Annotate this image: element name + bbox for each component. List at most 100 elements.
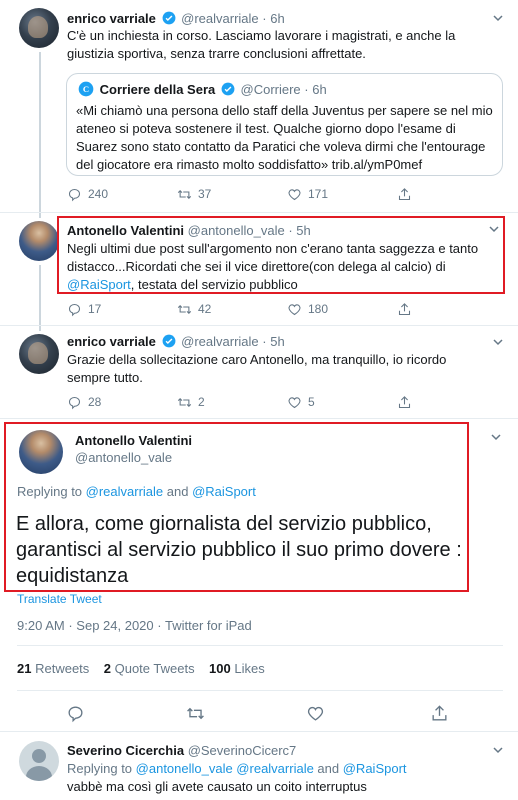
reply-tweet[interactable]: Severino Cicerchia @SeverinoCicerc7 Repl… bbox=[0, 732, 518, 800]
thread-line bbox=[39, 52, 41, 212]
share-button[interactable] bbox=[397, 186, 412, 202]
heart-icon bbox=[288, 303, 301, 315]
quotes-stat[interactable]: 2 Quote Tweets bbox=[104, 661, 195, 676]
reply-icon[interactable] bbox=[66, 704, 85, 723]
share-icon bbox=[398, 395, 411, 408]
like-count: 171 bbox=[308, 187, 329, 201]
tweet-time[interactable]: 9:20 AM bbox=[17, 618, 65, 633]
author-handle[interactable]: @antonello_vale bbox=[188, 223, 285, 238]
svg-text:C: C bbox=[83, 84, 89, 94]
author-name[interactable]: Severino Cicerchia bbox=[67, 743, 184, 758]
tweet-text-part: Negli ultimi due post sull'argomento non… bbox=[67, 241, 479, 274]
dot-separator: · bbox=[68, 618, 73, 633]
tweet-text-part: , testata del servizio pubblico bbox=[130, 277, 298, 292]
retweet-button[interactable]: 37 bbox=[177, 186, 211, 202]
quote-header: C Corriere della Sera @Corriere · 6h bbox=[76, 81, 327, 98]
tweet-actions: 28 2 5 bbox=[67, 394, 497, 410]
avatar[interactable] bbox=[19, 430, 63, 474]
tweet-header: Antonello Valentini @antonello_vale · 5h bbox=[67, 223, 311, 239]
author-handle[interactable]: @antonello_vale bbox=[75, 450, 172, 466]
like-button[interactable]: 180 bbox=[287, 301, 328, 317]
mention-link[interactable]: @RaiSport bbox=[343, 761, 407, 776]
replying-to: Replying to @realvarriale and @RaiSport bbox=[17, 484, 256, 500]
retweet-icon bbox=[177, 189, 192, 199]
retweet-icon[interactable] bbox=[186, 704, 205, 723]
thread-line bbox=[39, 265, 41, 325]
quote-text: «Mi chiamò una persona dello staff della… bbox=[76, 103, 493, 172]
retweets-label: Retweets bbox=[35, 661, 90, 676]
share-button[interactable] bbox=[397, 301, 412, 317]
reply-count: 240 bbox=[88, 187, 109, 201]
reply-button[interactable]: 17 bbox=[67, 301, 101, 317]
tweet-actions: 240 37 171 bbox=[67, 186, 497, 202]
retweet-button[interactable]: 42 bbox=[177, 301, 211, 317]
avatar[interactable] bbox=[19, 8, 59, 48]
dot-separator: · bbox=[288, 223, 293, 238]
chevron-down-icon[interactable] bbox=[488, 223, 500, 235]
chevron-down-icon[interactable] bbox=[490, 431, 502, 443]
translate-tweet-link[interactable]: Translate Tweet bbox=[17, 591, 102, 607]
tweet-meta: 9:20 AM · Sep 24, 2020 · Twitter for iPa… bbox=[17, 618, 252, 634]
retweet-icon bbox=[177, 397, 192, 407]
avatar[interactable] bbox=[19, 221, 59, 261]
share-icon[interactable] bbox=[430, 704, 449, 723]
mention-link[interactable]: @realvarriale bbox=[86, 484, 164, 499]
tweet-varriale-1[interactable]: enrico varriale @realvarriale · 6h C'è u… bbox=[0, 0, 518, 212]
divider bbox=[17, 645, 503, 646]
reply-icon bbox=[68, 188, 81, 201]
share-button[interactable] bbox=[397, 394, 412, 410]
replying-and: and bbox=[163, 484, 193, 499]
likes-count: 100 bbox=[209, 661, 231, 676]
reply-icon bbox=[68, 396, 81, 409]
likes-label: Likes bbox=[234, 661, 265, 676]
avatar[interactable] bbox=[19, 741, 59, 781]
tweet-varriale-2[interactable]: enrico varriale @realvarriale · 5h Grazi… bbox=[0, 326, 518, 418]
author-handle[interactable]: @realvarriale bbox=[181, 334, 259, 349]
mention-link[interactable]: @antonello_vale @realvarriale bbox=[136, 761, 314, 776]
tweet-valentini-1[interactable]: Antonello Valentini @antonello_vale · 5h… bbox=[0, 213, 518, 325]
share-icon bbox=[398, 187, 411, 200]
chevron-down-icon[interactable] bbox=[492, 744, 504, 756]
divider bbox=[17, 690, 503, 691]
retweets-stat[interactable]: 21 Retweets bbox=[17, 661, 89, 676]
reply-button[interactable]: 28 bbox=[67, 394, 101, 410]
heart-icon bbox=[288, 188, 301, 200]
author-handle[interactable]: @SeverinoCicerc7 bbox=[188, 743, 297, 758]
avatar[interactable] bbox=[19, 334, 59, 374]
share-icon bbox=[398, 302, 411, 315]
tweet-source[interactable]: Twitter for iPad bbox=[165, 618, 252, 633]
dot-separator: · bbox=[304, 82, 309, 97]
tweet-text: C'è un inchiesta in corso. Lasciamo lavo… bbox=[67, 28, 456, 61]
author-name[interactable]: enrico varriale bbox=[67, 11, 156, 26]
heart-icon[interactable] bbox=[306, 704, 325, 723]
author-name[interactable]: Antonello Valentini bbox=[75, 433, 192, 449]
tweet-text: Grazie della sollecitazione caro Antonel… bbox=[67, 352, 447, 385]
like-button[interactable]: 171 bbox=[287, 186, 328, 202]
mention-link[interactable]: @RaiSport bbox=[192, 484, 256, 499]
likes-stat[interactable]: 100 Likes bbox=[209, 661, 265, 676]
verified-icon bbox=[162, 11, 175, 25]
tweet-time[interactable]: 5h bbox=[270, 334, 284, 349]
retweet-button[interactable]: 2 bbox=[177, 394, 205, 410]
like-count: 5 bbox=[308, 395, 315, 409]
chevron-down-icon[interactable] bbox=[492, 12, 504, 24]
reply-button[interactable]: 240 bbox=[67, 186, 108, 202]
chevron-down-icon[interactable] bbox=[492, 336, 504, 348]
quoted-tweet[interactable]: C Corriere della Sera @Corriere · 6h «Mi… bbox=[66, 73, 503, 176]
tweet-text: Negli ultimi due post sull'argomento non… bbox=[67, 240, 503, 294]
mention-link[interactable]: @RaiSport bbox=[67, 277, 131, 292]
reply-icon bbox=[68, 303, 81, 316]
author-handle[interactable]: @realvarriale bbox=[181, 11, 259, 26]
retweet-count: 42 bbox=[198, 302, 212, 316]
tweet-date[interactable]: Sep 24, 2020 bbox=[76, 618, 153, 633]
like-button[interactable]: 5 bbox=[287, 394, 315, 410]
replying-and: and bbox=[313, 761, 343, 776]
author-name[interactable]: enrico varriale bbox=[67, 334, 156, 349]
author-name[interactable]: Antonello Valentini bbox=[67, 223, 184, 238]
quotes-count: 2 bbox=[103, 661, 111, 676]
tweet-time[interactable]: 5h bbox=[296, 223, 310, 238]
like-count: 180 bbox=[308, 302, 329, 316]
corriere-logo-icon: C bbox=[78, 81, 94, 97]
dot-separator: · bbox=[262, 334, 267, 349]
tweet-time[interactable]: 6h bbox=[270, 11, 284, 26]
